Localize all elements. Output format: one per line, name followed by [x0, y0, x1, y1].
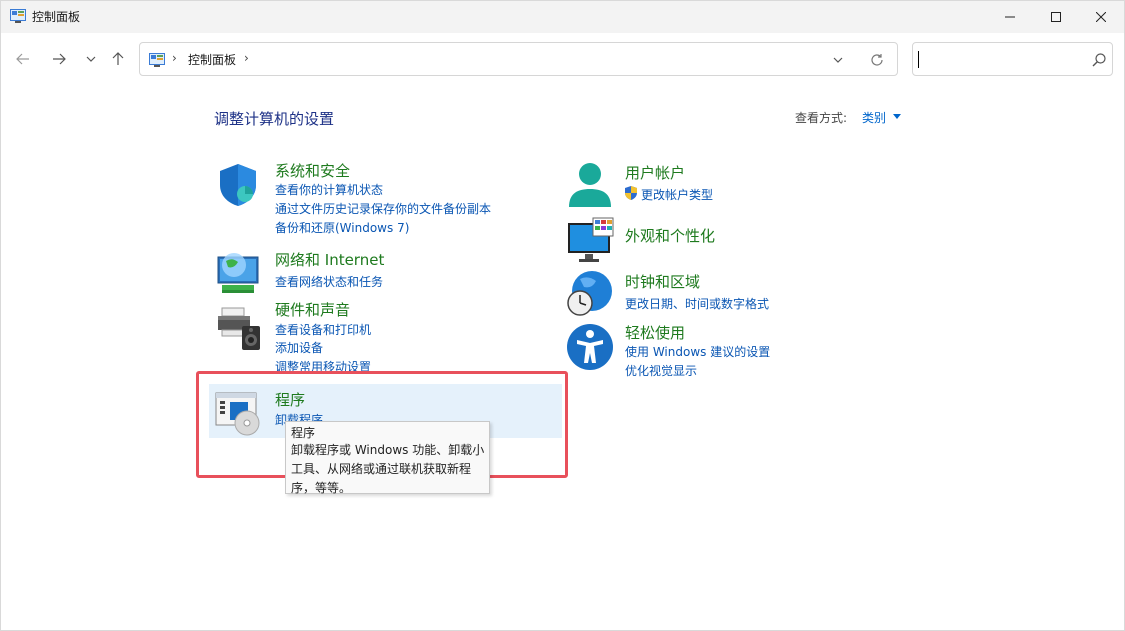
breadcrumb-control-panel[interactable]: 控制面板: [188, 51, 236, 68]
uac-shield-icon: [625, 186, 637, 200]
arrow-up-icon: [112, 52, 124, 65]
title-bar[interactable]: 控制面板: [1, 1, 1124, 33]
search-icon[interactable]: [1091, 52, 1107, 68]
view-by-dropdown-arrow-icon[interactable]: [893, 114, 901, 119]
link-view-devices-printers[interactable]: 查看设备和打印机: [275, 321, 371, 338]
breadcrumb-chevron-icon[interactable]: ›: [172, 51, 177, 65]
close-icon: [1096, 12, 1106, 22]
close-button[interactable]: [1078, 1, 1124, 33]
address-dropdown-button[interactable]: [830, 52, 846, 68]
printer-speaker-icon: [218, 307, 260, 350]
search-box[interactable]: [912, 42, 1113, 76]
maximize-icon: [1051, 12, 1061, 22]
monitor-palette-icon: [568, 217, 614, 262]
minimize-icon: [1005, 16, 1015, 18]
maximize-button[interactable]: [1033, 1, 1079, 33]
accessibility-icon: [567, 324, 613, 370]
tooltip-body: 卸载程序或 Windows 功能、卸载小工具、从网络或通过联机获取新程序，等等。: [291, 443, 485, 495]
navigation-bar: › 控制面板 ›: [1, 33, 1124, 85]
link-use-recommended-settings[interactable]: 使用 Windows 建议的设置: [625, 343, 770, 360]
view-by-label: 查看方式:: [795, 111, 848, 125]
link-network-status-tasks[interactable]: 查看网络状态和任务: [275, 273, 383, 290]
control-panel-icon: [149, 53, 165, 67]
category-title-system-security[interactable]: 系统和安全: [275, 160, 350, 181]
link-file-history-backup[interactable]: 通过文件历史记录保存你的文件备份副本: [275, 200, 491, 217]
back-button[interactable]: [9, 45, 37, 73]
text-caret: [918, 51, 919, 68]
chevron-down-icon: [833, 57, 843, 63]
forward-button[interactable]: [45, 45, 73, 73]
search-input[interactable]: [921, 47, 1081, 71]
up-button[interactable]: [104, 45, 132, 73]
link-change-account-type[interactable]: 更改帐户类型: [641, 186, 713, 203]
network-globe-icon: [217, 253, 259, 293]
control-panel-window: 控制面板 › 控制面板 › 调整计算机的设置 查看方式: 类别 系统和安全 查看…: [0, 0, 1125, 631]
user-account-icon: [569, 163, 611, 207]
category-title-hardware-sound[interactable]: 硬件和声音: [275, 299, 350, 320]
programs-tooltip: 程序 卸载程序或 Windows 功能、卸载小工具、从网络或通过联机获取新程序，…: [285, 421, 490, 495]
refresh-button[interactable]: [868, 51, 886, 69]
address-bar[interactable]: › 控制面板 ›: [139, 42, 898, 76]
control-panel-icon: [10, 9, 26, 23]
link-optimize-visual-display[interactable]: 优化视觉显示: [625, 362, 697, 379]
category-title-ease-of-access[interactable]: 轻松使用: [625, 322, 685, 343]
link-add-device[interactable]: 添加设备: [275, 339, 323, 356]
arrow-left-icon: [16, 53, 29, 65]
page-title: 调整计算机的设置: [214, 110, 335, 128]
window-title: 控制面板: [32, 10, 81, 24]
link-change-date-time-format[interactable]: 更改日期、时间或数字格式: [625, 295, 769, 312]
category-title-network-internet[interactable]: 网络和 Internet: [275, 249, 384, 270]
link-backup-restore-win7[interactable]: 备份和还原(Windows 7): [275, 219, 409, 236]
refresh-icon: [871, 54, 883, 66]
minimize-button[interactable]: [987, 1, 1033, 33]
tooltip-title: 程序: [291, 426, 316, 440]
chevron-down-icon: [86, 56, 96, 62]
link-view-computer-status[interactable]: 查看你的计算机状态: [275, 181, 383, 198]
category-title-clock-region[interactable]: 时钟和区域: [625, 271, 700, 292]
recent-locations-button[interactable]: [77, 45, 105, 73]
breadcrumb-chevron-icon[interactable]: ›: [244, 51, 249, 65]
clock-globe-icon: [567, 271, 612, 316]
shield-icon: [220, 164, 256, 206]
arrow-right-icon: [53, 53, 66, 65]
category-title-appearance-personalization[interactable]: 外观和个性化: [625, 225, 715, 246]
view-by-dropdown[interactable]: 类别: [862, 109, 886, 126]
category-title-user-accounts[interactable]: 用户帐户: [625, 162, 685, 183]
